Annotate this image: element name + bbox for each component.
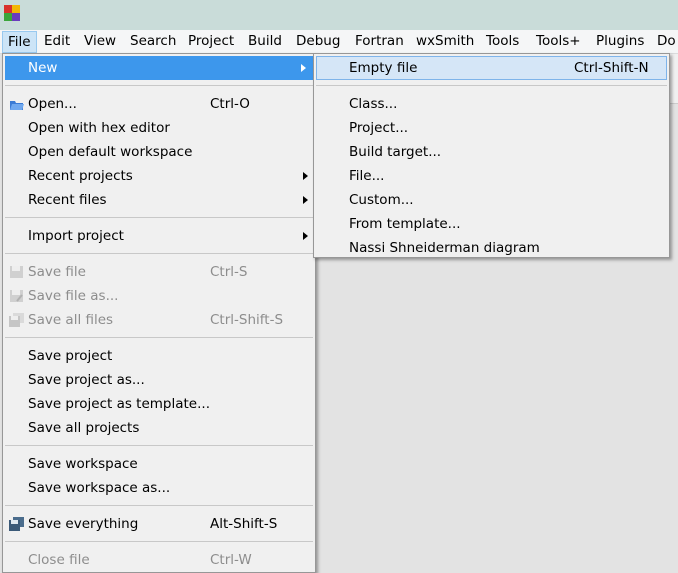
menu-item-label: Open default workspace [28, 144, 193, 160]
menu-item-label: New [28, 60, 58, 76]
menu-item-open[interactable]: Open... Ctrl-O [3, 92, 315, 116]
menu-separator [3, 248, 315, 260]
menu-item-save-all-projects[interactable]: Save all projects [3, 416, 315, 440]
submenu-arrow-icon [301, 64, 306, 72]
menu-separator [3, 500, 315, 512]
menu-item-label: Save file [28, 264, 86, 280]
menu-item-label: Recent files [28, 192, 107, 208]
menu-item-label: Save all files [28, 312, 114, 328]
shortcut-label: Ctrl-O [210, 96, 250, 112]
menu-tools[interactable]: Tools [480, 31, 525, 53]
shortcut-label: Ctrl-S [210, 264, 248, 280]
menu-debug[interactable]: Debug [290, 31, 346, 53]
menu-item-new[interactable]: New [5, 56, 313, 80]
menu-item-save-file-as[interactable]: Save file as... [3, 284, 315, 308]
menu-search[interactable]: Search [124, 31, 182, 53]
menu-item-save-project-as[interactable]: Save project as... [3, 368, 315, 392]
save-everything-icon [9, 517, 24, 531]
menu-item-save-workspace-as[interactable]: Save workspace as... [3, 476, 315, 500]
menu-item-label: Save everything [28, 516, 139, 532]
menu-item-save-all-files[interactable]: Save all files Ctrl-Shift-S [3, 308, 315, 332]
menu-do[interactable]: Do [651, 31, 678, 53]
menu-item-class[interactable]: Class... [314, 92, 669, 116]
menu-separator [3, 536, 315, 548]
menu-build[interactable]: Build [242, 31, 288, 53]
menu-item-label: Save project as... [28, 372, 145, 388]
menu-item-label: Empty file [349, 60, 418, 76]
menu-item-import-project[interactable]: Import project [3, 224, 315, 248]
menu-item-label: Save project as template... [28, 396, 210, 412]
save-icon [10, 266, 23, 278]
menu-item-build-target[interactable]: Build target... [314, 140, 669, 164]
menu-edit[interactable]: Edit [38, 31, 76, 53]
menu-item-nassi-shneiderman-diagram[interactable]: Nassi Shneiderman diagram [314, 236, 669, 260]
save-all-icon [9, 313, 24, 327]
shortcut-label: Ctrl-W [210, 552, 252, 568]
menu-item-label: Nassi Shneiderman diagram [349, 240, 540, 256]
shortcut-label: Ctrl-Shift-S [210, 312, 284, 328]
menu-separator [3, 212, 315, 224]
menu-item-label: Custom... [349, 192, 414, 208]
file-menu-dropdown: New Open... Ctrl-O Open with hex editor Open… [2, 53, 316, 573]
menu-item-label: Import project [28, 228, 124, 244]
menu-item-file[interactable]: File... [314, 164, 669, 188]
menu-item-save-file[interactable]: Save file Ctrl-S [3, 260, 315, 284]
menu-item-open-with-hex-editor[interactable]: Open with hex editor [3, 116, 315, 140]
title-bar [0, 0, 678, 30]
menu-item-save-everything[interactable]: Save everything Alt-Shift-S [3, 512, 315, 536]
menu-separator [314, 80, 669, 92]
codeblocks-app-icon [4, 5, 20, 21]
menu-item-from-template[interactable]: From template... [314, 212, 669, 236]
menu-item-label: Save workspace as... [28, 480, 171, 496]
menu-item-label: File... [349, 168, 385, 184]
menu-item-open-default-workspace[interactable]: Open default workspace [3, 140, 315, 164]
shortcut-label: Alt-Shift-S [210, 516, 278, 532]
menu-item-label: Class... [349, 96, 398, 112]
menu-item-label: Recent projects [28, 168, 133, 184]
menu-item-label: Save file as... [28, 288, 119, 304]
menu-item-recent-files[interactable]: Recent files [3, 188, 315, 212]
menu-item-empty-file[interactable]: Empty file Ctrl-Shift-N [316, 56, 667, 80]
submenu-arrow-icon [303, 172, 308, 180]
menu-fortran[interactable]: Fortran [349, 31, 410, 53]
menu-tools[interactable]: Tools+ [530, 31, 587, 53]
submenu-arrow-icon [303, 196, 308, 204]
menu-item-label: Save workspace [28, 456, 138, 472]
menu-view[interactable]: View [78, 31, 122, 53]
menu-separator [3, 440, 315, 452]
menu-item-custom[interactable]: Custom... [314, 188, 669, 212]
menu-wxsmith[interactable]: wxSmith [410, 31, 480, 53]
shortcut-label: Ctrl-Shift-N [574, 60, 649, 76]
menu-item-save-project-as-template[interactable]: Save project as template... [3, 392, 315, 416]
menu-item-label: Build target... [349, 144, 442, 160]
menu-separator [3, 332, 315, 344]
menu-item-project[interactable]: Project... [314, 116, 669, 140]
menu-file[interactable]: File [2, 31, 37, 53]
menu-item-label: From template... [349, 216, 461, 232]
menu-item-label: Open... [28, 96, 77, 112]
menu-item-label: Save all projects [28, 420, 140, 436]
menu-separator [3, 80, 315, 92]
menu-item-save-project[interactable]: Save project [3, 344, 315, 368]
menu-item-close-file[interactable]: Close file Ctrl-W [3, 548, 315, 572]
save-as-icon [10, 290, 23, 302]
menu-item-label: Open with hex editor [28, 120, 170, 136]
menu-plugins[interactable]: Plugins [590, 31, 650, 53]
new-submenu: Empty file Ctrl-Shift-N Class... Project...… [313, 53, 670, 258]
menu-item-label: Project... [349, 120, 409, 136]
menu-item-save-workspace[interactable]: Save workspace [3, 452, 315, 476]
menu-item-recent-projects[interactable]: Recent projects [3, 164, 315, 188]
menu-item-label: Save project [28, 348, 113, 364]
menu-project[interactable]: Project [182, 31, 240, 53]
open-folder-icon [10, 101, 24, 110]
submenu-arrow-icon [303, 232, 308, 240]
menu-bar: File Edit View Search Project Build Debug Fortr… [0, 30, 678, 54]
